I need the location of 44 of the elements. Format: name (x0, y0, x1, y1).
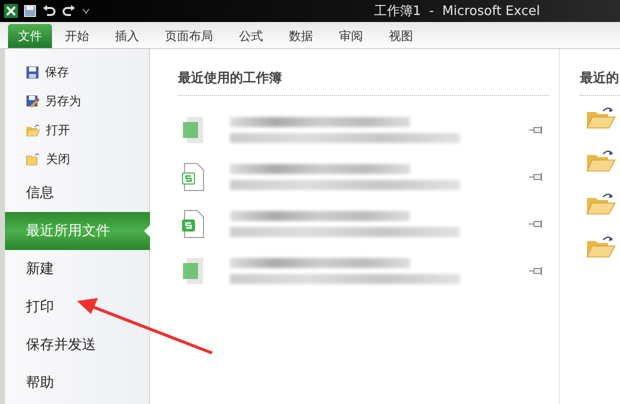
ribbon-tab[interactable]: 审阅 (326, 24, 376, 48)
menu-command[interactable]: 打开 (5, 116, 149, 145)
redo-icon[interactable] (62, 5, 76, 17)
blurred-file-name[interactable] (230, 210, 410, 220)
section-heading: 最近使用的工作簿 (178, 70, 283, 87)
blurred-file-icon (182, 116, 204, 144)
pin-icon[interactable] (529, 126, 543, 134)
pin-icon[interactable] (529, 172, 543, 180)
menu-section-tab[interactable]: 新建 (5, 250, 149, 288)
menu-command[interactable]: 关闭 (5, 145, 149, 174)
excel-logo-icon (4, 4, 18, 18)
ribbon-tab[interactable]: 插入 (102, 24, 152, 48)
menu-command[interactable]: 另存为 (5, 87, 149, 116)
ribbon-tab[interactable]: 数据 (276, 24, 326, 48)
folder-arrow-icon[interactable] (586, 149, 616, 173)
undo-icon[interactable] (42, 5, 56, 17)
folder-arrow-icon[interactable] (586, 106, 616, 130)
ribbon-tab[interactable]: 文件 (8, 24, 52, 48)
blurred-file-name[interactable] (230, 116, 410, 126)
blurred-file-name[interactable] (230, 258, 410, 268)
blurred-file-name[interactable] (230, 164, 410, 174)
pin-icon[interactable] (529, 220, 543, 228)
spreadsheet-file-icon (182, 210, 204, 238)
menu-command[interactable]: 保存 (5, 58, 149, 87)
menu-section-tab[interactable]: 打印 (5, 288, 149, 326)
spreadsheet-file-icon (182, 162, 204, 190)
folder-icon (26, 153, 40, 166)
window-title: 工作簿1 - Microsoft Excel (374, 3, 540, 20)
folder-arrow-icon[interactable] (586, 235, 616, 259)
ribbon-tab[interactable]: 开始 (52, 24, 102, 48)
blurred-file-icon (182, 256, 204, 284)
menu-section-tab[interactable]: 信息 (5, 174, 149, 212)
menu-section-tab[interactable]: 保存并发送 (5, 326, 149, 364)
open-folder-icon (26, 124, 40, 137)
save-icon[interactable] (24, 5, 36, 17)
ribbon-tab[interactable]: 公式 (226, 24, 276, 48)
ribbon-tab[interactable]: 视图 (376, 24, 426, 48)
pin-icon[interactable] (529, 266, 543, 274)
menu-section-tab[interactable]: 帮助 (5, 364, 149, 402)
section-heading: 最近的 (580, 70, 620, 87)
customize-caret-icon[interactable] (82, 7, 90, 15)
ribbon-tab[interactable]: 页面布局 (152, 24, 226, 48)
floppy-pencil-icon (26, 95, 39, 108)
folder-arrow-icon[interactable] (586, 192, 616, 216)
